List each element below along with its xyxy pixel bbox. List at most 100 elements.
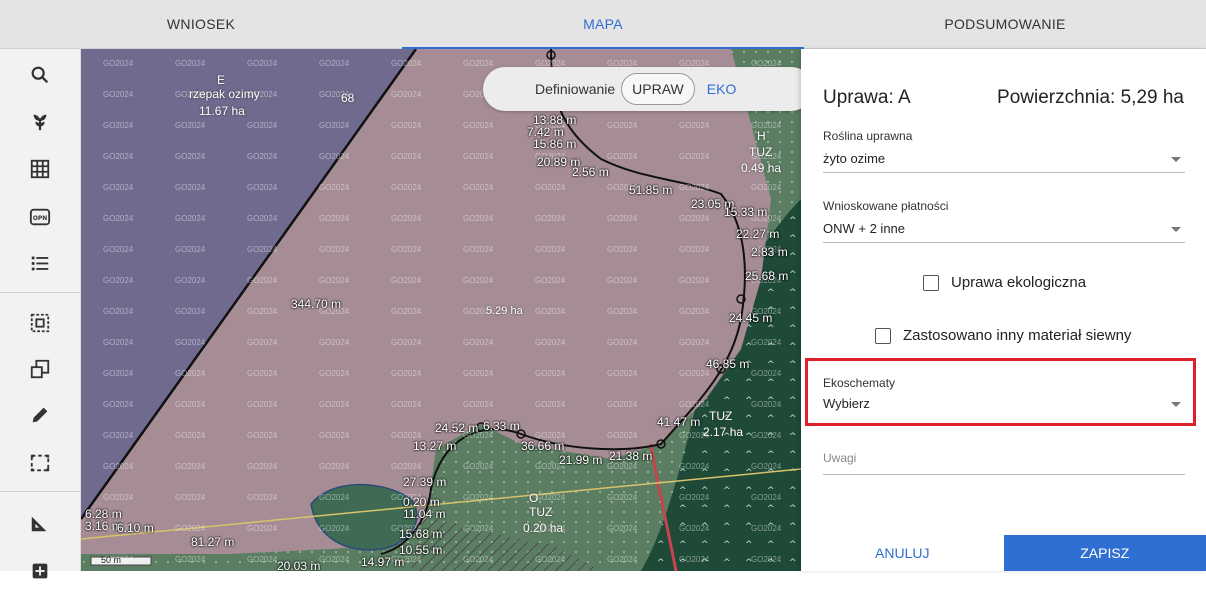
measurement-label: 344.70 m [291,297,341,311]
opn-icon: OPN [29,206,51,228]
measurement-label: 11.04 m [403,507,445,521]
panel-area: Powierzchnia: 5,29 ha [997,87,1184,109]
plant-icon [29,110,51,132]
measurement-label: 15.86 m [533,137,576,151]
measurement-label: 2.56 m [572,165,609,179]
eco-checkbox[interactable]: Uprawa ekologiczna [923,274,1086,291]
add-tool[interactable] [0,549,80,593]
select-area-tool[interactable] [0,301,80,345]
grid-icon [29,158,51,180]
copy-tool[interactable] [0,347,80,391]
toolbar-divider [0,292,80,293]
panel-title: Uprawa: A [823,87,911,109]
measurement-label: 36.66 m [521,439,564,453]
ecoschemes-value: Wybierz [823,396,1185,411]
grid-tool[interactable] [0,147,80,191]
tab-podsumowanie[interactable]: PODSUMOWANIE [804,0,1206,48]
plus-icon [29,560,51,582]
measurement-label: 6.33 m [483,419,520,433]
measurement-label: 15.33 m [724,205,767,219]
measurement-label: 46.85 m [706,357,749,371]
field-underline [823,242,1185,243]
parcel-o-letter: O [529,491,538,505]
measure-tool[interactable] [0,501,80,545]
measurement-label: 10.55 m [399,543,442,557]
top-tab-bar: WNIOSEK MAPA PODSUMOWANIE [0,0,1206,49]
eco-checkbox-label: Uprawa ekologiczna [951,274,1086,291]
pencil-icon [29,404,51,426]
map-canvas[interactable]: ^ [81,49,801,571]
notes-field[interactable]: Uwagi [823,451,1185,475]
chevron-down-icon [1171,402,1181,407]
parcel-tuz2-type: TUZ [709,409,732,423]
list-icon [29,252,51,274]
list-tool[interactable] [0,241,80,285]
toolbar-divider [0,491,80,492]
edit-tool[interactable] [0,393,80,437]
rectangle-select-icon [29,452,51,474]
field-underline [823,474,1185,475]
svg-text:OPN: OPN [33,215,47,222]
measurement-label: 13.27 m [413,439,456,453]
measurement-label: 21.38 m [609,449,652,463]
measurement-label: 20.03 m [277,559,320,571]
eko-toggle-button[interactable]: EKO [707,81,737,97]
parcel-tuz2-area: 2.17 ha [703,425,743,439]
chevron-down-icon [1171,157,1181,162]
measurement-label: 24.45 m [729,311,772,325]
map-toolbar: OPN [0,49,81,571]
parcel-area-label: 5.29 ha [486,305,523,317]
measurement-label: 6.10 m [117,521,154,535]
checkbox-icon [875,328,891,344]
tab-wniosek[interactable]: WNIOSEK [0,0,402,48]
parcel-o-area: 0.20 ha [523,521,563,535]
payments-label: Wnioskowane płatności [823,199,1185,213]
measurement-label: 21.99 m [559,453,602,467]
search-icon [29,64,51,86]
scale-label: 50 m [101,555,121,565]
map-view[interactable]: ^ GO2024GO2024GO2024GO2024GO2024GO [81,49,801,571]
cancel-button[interactable]: ANULUJ [801,535,1004,571]
notes-placeholder: Uwagi [823,451,1185,465]
ecoschemes-label: Ekoschematy [823,376,1185,390]
parcel-h-letter: H [757,129,766,143]
parcel-e-crop: rzepak ozimy [189,87,260,101]
measurement-label: 24.52 m [435,421,478,435]
measurement-label: 27.39 m [403,475,446,489]
rectangle-select-tool[interactable] [0,441,80,485]
definition-label: Definiowanie [535,81,615,97]
definition-toggle: Definiowanie UPRAW EKO [483,67,801,111]
search-tool[interactable] [0,53,80,97]
crop-select[interactable]: Roślina uprawna żyto ozime [823,129,1185,173]
ecoschemes-select[interactable]: Ekoschematy Wybierz [823,376,1185,411]
measurement-label: 22.27 m [736,227,779,241]
parcel-e-letter: E [217,73,225,87]
parcel-h-area: 0.49 ha [741,161,781,175]
panel-footer: ANULUJ ZAPISZ [801,535,1206,571]
opn-tool[interactable]: OPN [0,195,80,239]
measure-icon [29,512,51,534]
seed-checkbox[interactable]: Zastosowano inny materiał siewny [875,327,1131,344]
tab-mapa[interactable]: MAPA [402,0,804,48]
upraw-toggle-button[interactable]: UPRAW [621,73,695,105]
measurement-label: 15.68 m [399,527,442,541]
measurement-label: 51.85 m [629,183,672,197]
copy-icon [29,358,51,380]
parcel-h-type: TUZ [749,145,772,159]
parcel-e-code: 68 [341,91,354,105]
save-button[interactable]: ZAPISZ [1004,535,1206,571]
crop-value: żyto ozime [823,151,1185,166]
checkbox-icon [923,275,939,291]
parcel-o-type: TUZ [529,505,552,519]
payments-select[interactable]: Wnioskowane płatności ONW + 2 inne [823,199,1185,243]
select-area-icon [29,312,51,334]
payments-value: ONW + 2 inne [823,221,1185,236]
parcel-e-area: 11.67 ha [199,104,245,118]
field-underline [823,172,1185,173]
chevron-down-icon [1171,227,1181,232]
seed-checkbox-label: Zastosowano inny materiał siewny [903,327,1131,344]
crop-label: Roślina uprawna [823,129,1185,143]
measurement-label: 41.47 m [657,415,700,429]
plant-tool[interactable] [0,99,80,143]
measurement-label: 81.27 m [191,535,234,549]
